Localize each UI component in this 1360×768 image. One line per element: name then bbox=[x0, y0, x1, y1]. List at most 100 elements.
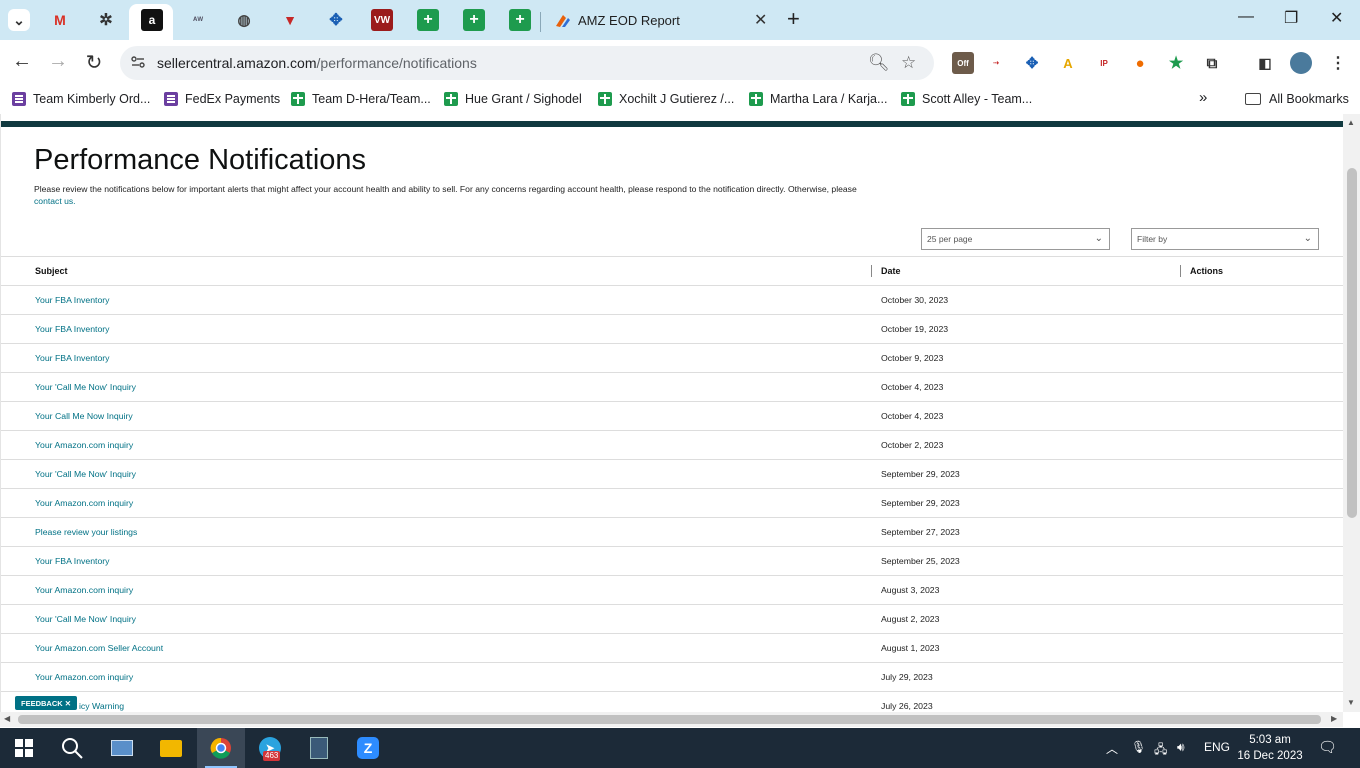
gmail-tab-icon[interactable]: M bbox=[49, 9, 71, 31]
bookmark-item[interactable]: Scott Alley - Team... bbox=[901, 92, 1032, 106]
v-tab-icon[interactable]: ▼ bbox=[279, 9, 301, 31]
table-row: Your Amazon.com inquiry July 29, 2023 bbox=[1, 662, 1343, 692]
site-info-icon[interactable] bbox=[130, 54, 146, 70]
subject-column-header[interactable]: Subject bbox=[1, 256, 871, 286]
search-icon[interactable] bbox=[60, 736, 84, 760]
menu-kebab-icon[interactable]: ⋮ bbox=[1327, 52, 1349, 74]
scroll-right-icon[interactable]: ▶ bbox=[1331, 714, 1337, 723]
minimize-icon[interactable]: — bbox=[1238, 8, 1254, 26]
reload-icon[interactable]: ↻ bbox=[82, 50, 106, 75]
scrollbar-thumb[interactable] bbox=[1347, 168, 1357, 518]
filter-select[interactable]: Filter by ⌄ bbox=[1131, 228, 1319, 250]
tab-search-dropdown-icon[interactable]: ⌄ bbox=[8, 9, 30, 31]
address-bar[interactable]: sellercentral.amazon.com/performance/not… bbox=[120, 46, 934, 80]
ext-ascout-icon[interactable]: A bbox=[1057, 52, 1079, 74]
ext-orange-icon[interactable]: ● bbox=[1129, 52, 1151, 74]
subject-link[interactable]: Your FBA Inventory bbox=[1, 546, 871, 576]
sheets-tab-icon-2[interactable]: + bbox=[463, 9, 485, 31]
subject-link[interactable]: Your FBA Inventory bbox=[1, 343, 871, 373]
sheets-tab-icon-1[interactable]: + bbox=[417, 9, 439, 31]
date-cell: August 1, 2023 bbox=[871, 633, 1180, 663]
feedback-button[interactable]: FEEDBACK ✕ bbox=[15, 696, 78, 710]
amz-eod-report-tab[interactable]: AMZ EOD Report ✕ bbox=[540, 4, 778, 40]
scroll-down-icon[interactable]: ▼ bbox=[1347, 698, 1355, 707]
tab-close-icon[interactable]: ✕ bbox=[754, 10, 767, 30]
subject-link[interactable]: Your 'Call Me Now' Inquiry bbox=[1, 372, 871, 402]
horizontal-scrollbar[interactable]: ◀ ▶ bbox=[0, 712, 1343, 727]
tray-chevron-up-icon[interactable]: ︿ bbox=[1106, 740, 1118, 757]
sheets-icon bbox=[749, 92, 763, 106]
vw-tab-icon[interactable]: VW bbox=[371, 9, 393, 31]
side-panel-icon[interactable]: ◧ bbox=[1254, 52, 1276, 74]
bookmark-star-icon[interactable]: ☆ bbox=[901, 53, 916, 73]
scroll-left-icon[interactable]: ◀ bbox=[4, 714, 10, 723]
bookmark-item[interactable]: Team D-Hera/Team... bbox=[291, 92, 431, 106]
clock[interactable]: 5:03 am 16 Dec 2023 bbox=[1236, 732, 1304, 764]
subject-link[interactable]: Your Amazon.com Seller Account bbox=[1, 633, 871, 663]
browser-toolbar: ← → ↻ sellercentral.amazon.com/performan… bbox=[0, 40, 1360, 86]
ext-login-icon[interactable]: ⇢ bbox=[985, 52, 1007, 74]
ext-ip-alert-icon[interactable]: IP bbox=[1093, 52, 1115, 74]
blue-tab-icon[interactable]: ✥ bbox=[325, 9, 347, 31]
calculator-icon[interactable] bbox=[307, 736, 331, 760]
column-separator bbox=[1180, 265, 1181, 277]
globe-tab-icon[interactable]: ◍ bbox=[233, 9, 255, 31]
window-close-icon[interactable]: ✕ bbox=[1330, 8, 1343, 28]
contact-us-link[interactable]: contact us. bbox=[34, 196, 76, 206]
file-explorer-icon[interactable] bbox=[159, 736, 183, 760]
seller-central-header-bar bbox=[1, 121, 1343, 127]
chrome-icon[interactable] bbox=[209, 736, 233, 760]
microphone-icon[interactable]: 🎙︎ bbox=[1131, 740, 1146, 754]
aw-tab-icon[interactable]: ᴬᵂ bbox=[187, 9, 209, 31]
subject-link[interactable]: icy Warning bbox=[1, 691, 871, 712]
subject-link[interactable]: Your 'Call Me Now' Inquiry bbox=[1, 459, 871, 489]
subject-link[interactable]: Your Amazon.com inquiry bbox=[1, 662, 871, 692]
subject-link[interactable]: Your Amazon.com inquiry bbox=[1, 430, 871, 460]
all-bookmarks[interactable]: All Bookmarks bbox=[1245, 92, 1349, 106]
subject-link[interactable]: Your Amazon.com inquiry bbox=[1, 575, 871, 605]
per-page-select[interactable]: 25 per page ⌄ bbox=[921, 228, 1110, 250]
bookmark-item[interactable]: Martha Lara / Karja... bbox=[749, 92, 887, 106]
bookmark-item[interactable]: Xochilt J Gutierez /... bbox=[598, 92, 734, 106]
scroll-up-icon[interactable]: ▲ bbox=[1347, 118, 1355, 127]
table-row: Your Amazon.com inquiry September 29, 202… bbox=[1, 488, 1343, 518]
new-tab-icon[interactable]: + bbox=[787, 6, 800, 32]
chatgpt-tab-icon[interactable]: ✲ bbox=[95, 9, 117, 31]
subject-link[interactable]: Please review your listings bbox=[1, 517, 871, 547]
bookmark-item[interactable]: Hue Grant / Sighodel bbox=[444, 92, 582, 106]
restore-icon[interactable]: ❐ bbox=[1284, 8, 1298, 28]
extensions-puzzle-icon[interactable]: ⧉ bbox=[1201, 52, 1223, 74]
subject-link[interactable]: Your FBA Inventory bbox=[1, 314, 871, 344]
windows-start-icon[interactable] bbox=[12, 736, 36, 760]
bookmark-label: Scott Alley - Team... bbox=[922, 92, 1033, 106]
network-icon[interactable]: 🖧︎ bbox=[1154, 740, 1167, 761]
actions-cell bbox=[1180, 285, 1343, 315]
sheets-tab-icon-3[interactable]: + bbox=[509, 9, 531, 31]
subject-link[interactable]: Your FBA Inventory bbox=[1, 285, 871, 315]
subject-link[interactable]: Your 'Call Me Now' Inquiry bbox=[1, 604, 871, 634]
notifications-icon[interactable]: 🗨︎ bbox=[1318, 738, 1337, 756]
subject-link[interactable]: Your Amazon.com inquiry bbox=[1, 488, 871, 518]
desktop-app-icon[interactable] bbox=[110, 736, 134, 760]
subject-link[interactable]: Your Call Me Now Inquiry bbox=[1, 401, 871, 431]
subject-header-label: Subject bbox=[35, 266, 68, 276]
forward-icon[interactable]: → bbox=[46, 50, 70, 73]
more-bookmarks-icon[interactable]: » bbox=[1199, 89, 1207, 106]
ext-blue-icon[interactable]: ✥ bbox=[1021, 52, 1043, 74]
bookmark-item[interactable]: Team Kimberly Ord... bbox=[12, 92, 150, 106]
language-indicator[interactable]: ENG bbox=[1204, 740, 1230, 754]
zoom-icon[interactable]: 🔍︎ bbox=[868, 53, 890, 73]
vertical-scrollbar[interactable]: ▲ ▼ bbox=[1343, 114, 1360, 712]
volume-icon[interactable]: 🔊︎ bbox=[1177, 740, 1185, 755]
ext-star-icon[interactable]: ★ bbox=[1165, 52, 1187, 74]
amazon-tab-icon[interactable]: a bbox=[141, 9, 163, 31]
zoom-app-icon[interactable]: Z bbox=[356, 736, 380, 760]
ext-off-icon[interactable]: Off bbox=[952, 52, 974, 74]
windows-taskbar: ➤ 463 Z ︿ 🎙︎ 🖧︎ 🔊︎ ENG 5:03 am 16 Dec 202… bbox=[0, 728, 1360, 768]
scrollbar-thumb[interactable] bbox=[18, 715, 1321, 724]
profile-avatar[interactable] bbox=[1290, 52, 1312, 74]
url-text[interactable]: sellercentral.amazon.com/performance/not… bbox=[157, 55, 477, 71]
date-column-header[interactable]: Date bbox=[871, 256, 1180, 286]
bookmark-item[interactable]: FedEx Payments bbox=[164, 92, 280, 106]
back-icon[interactable]: ← bbox=[10, 50, 34, 73]
